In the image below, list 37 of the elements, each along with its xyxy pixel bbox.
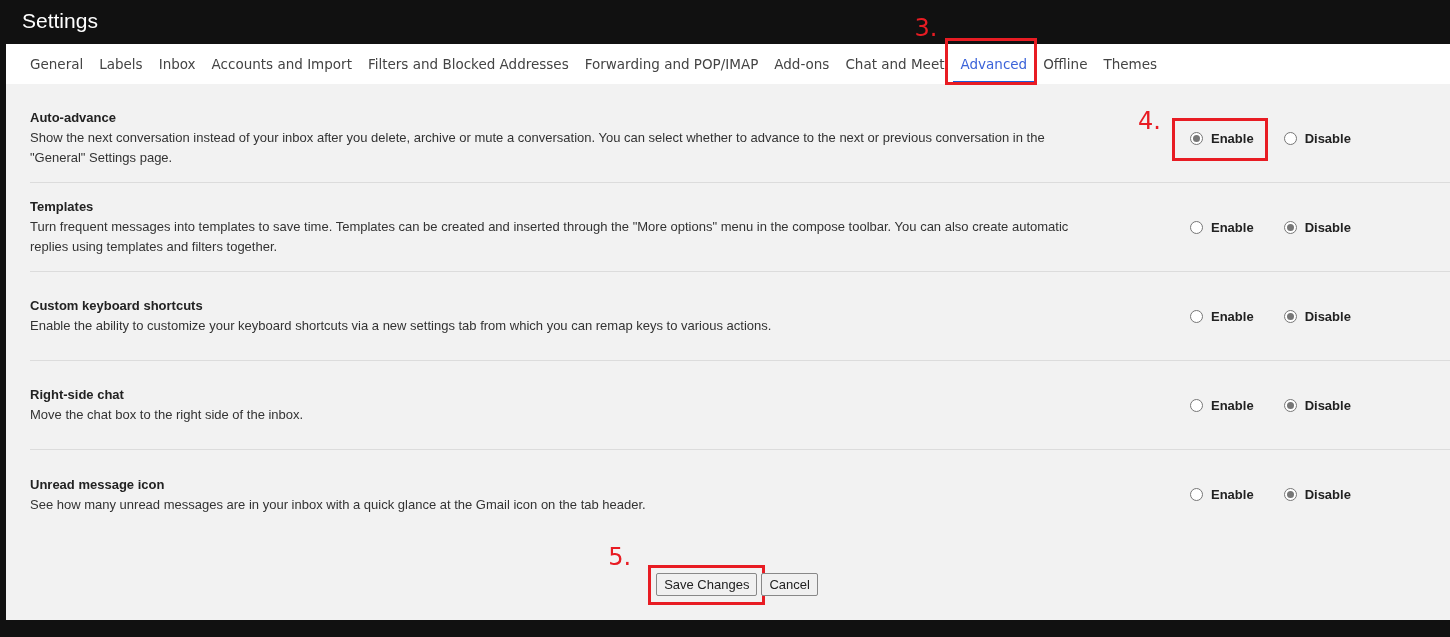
step-number: 4. <box>1138 106 1161 135</box>
radio-option[interactable]: Disable <box>1283 308 1351 324</box>
setting-title: Custom keyboard shortcuts <box>30 297 204 315</box>
tab[interactable]: Chat and Meet <box>837 44 953 84</box>
step-number: 3. <box>914 14 938 42</box>
radio-option[interactable]: Disable <box>1283 397 1351 413</box>
step-number: 5. <box>608 543 632 571</box>
radio-option[interactable]: Enable <box>1190 308 1254 324</box>
tab[interactable]: Filters and Blocked Addresses <box>359 44 577 84</box>
tab[interactable]: Add-ons <box>766 44 838 84</box>
tab[interactable]: Offline <box>1035 44 1096 84</box>
tab[interactable]: Themes <box>1095 44 1166 84</box>
tab[interactable]: General <box>22 44 92 84</box>
tab[interactable]: Accounts and Import <box>203 44 360 84</box>
radio-option[interactable]: Disable <box>1283 130 1351 146</box>
setting-description: Move the chat box to the right side of the inbox. <box>30 406 305 424</box>
tab[interactable]: Inbox <box>150 44 204 84</box>
setting-description: Enable the ability to customize your keyboard shortcuts via a new settings tab from which you can remap keys to various actions. <box>30 317 773 335</box>
action-button[interactable]: Cancel <box>761 573 818 596</box>
setting-description: Turn frequent messages into templates to save time. Templates can be created and inserted through the "More options" menu in the compose toolbar. You can also create automatic replies using templates and filters together. <box>30 218 1070 256</box>
radio-option[interactable]: Disable <box>1283 219 1351 235</box>
setting-title: Unread message icon <box>30 475 166 494</box>
action-button[interactable]: Save Changes <box>656 573 758 596</box>
tab[interactable]: Labels <box>91 44 151 84</box>
window-title: Settings <box>22 9 98 33</box>
setting-title: Right-side chat <box>30 386 125 404</box>
setting-title: Templates <box>30 198 95 216</box>
tab[interactable]: Advanced <box>952 44 1036 84</box>
radio-option[interactable]: Enable <box>1190 130 1254 146</box>
radio-option[interactable]: Disable <box>1283 487 1351 502</box>
radio-option[interactable]: Enable <box>1190 487 1254 502</box>
radio-option[interactable]: Enable <box>1190 397 1254 413</box>
radio-option[interactable]: Enable <box>1190 219 1254 235</box>
setting-description: See how many unread messages are in your inbox with a quick glance at the Gmail icon on the tab header. <box>30 495 647 514</box>
tab[interactable]: Forwarding and POP/IMAP <box>576 44 767 84</box>
setting-description: Show the next conversation instead of your inbox after you delete, archive or mute a conversation. You can select whether to advance to the next or previous conversation in the "General" Settings page. <box>30 129 1046 167</box>
setting-title: Auto-advance <box>30 109 117 127</box>
